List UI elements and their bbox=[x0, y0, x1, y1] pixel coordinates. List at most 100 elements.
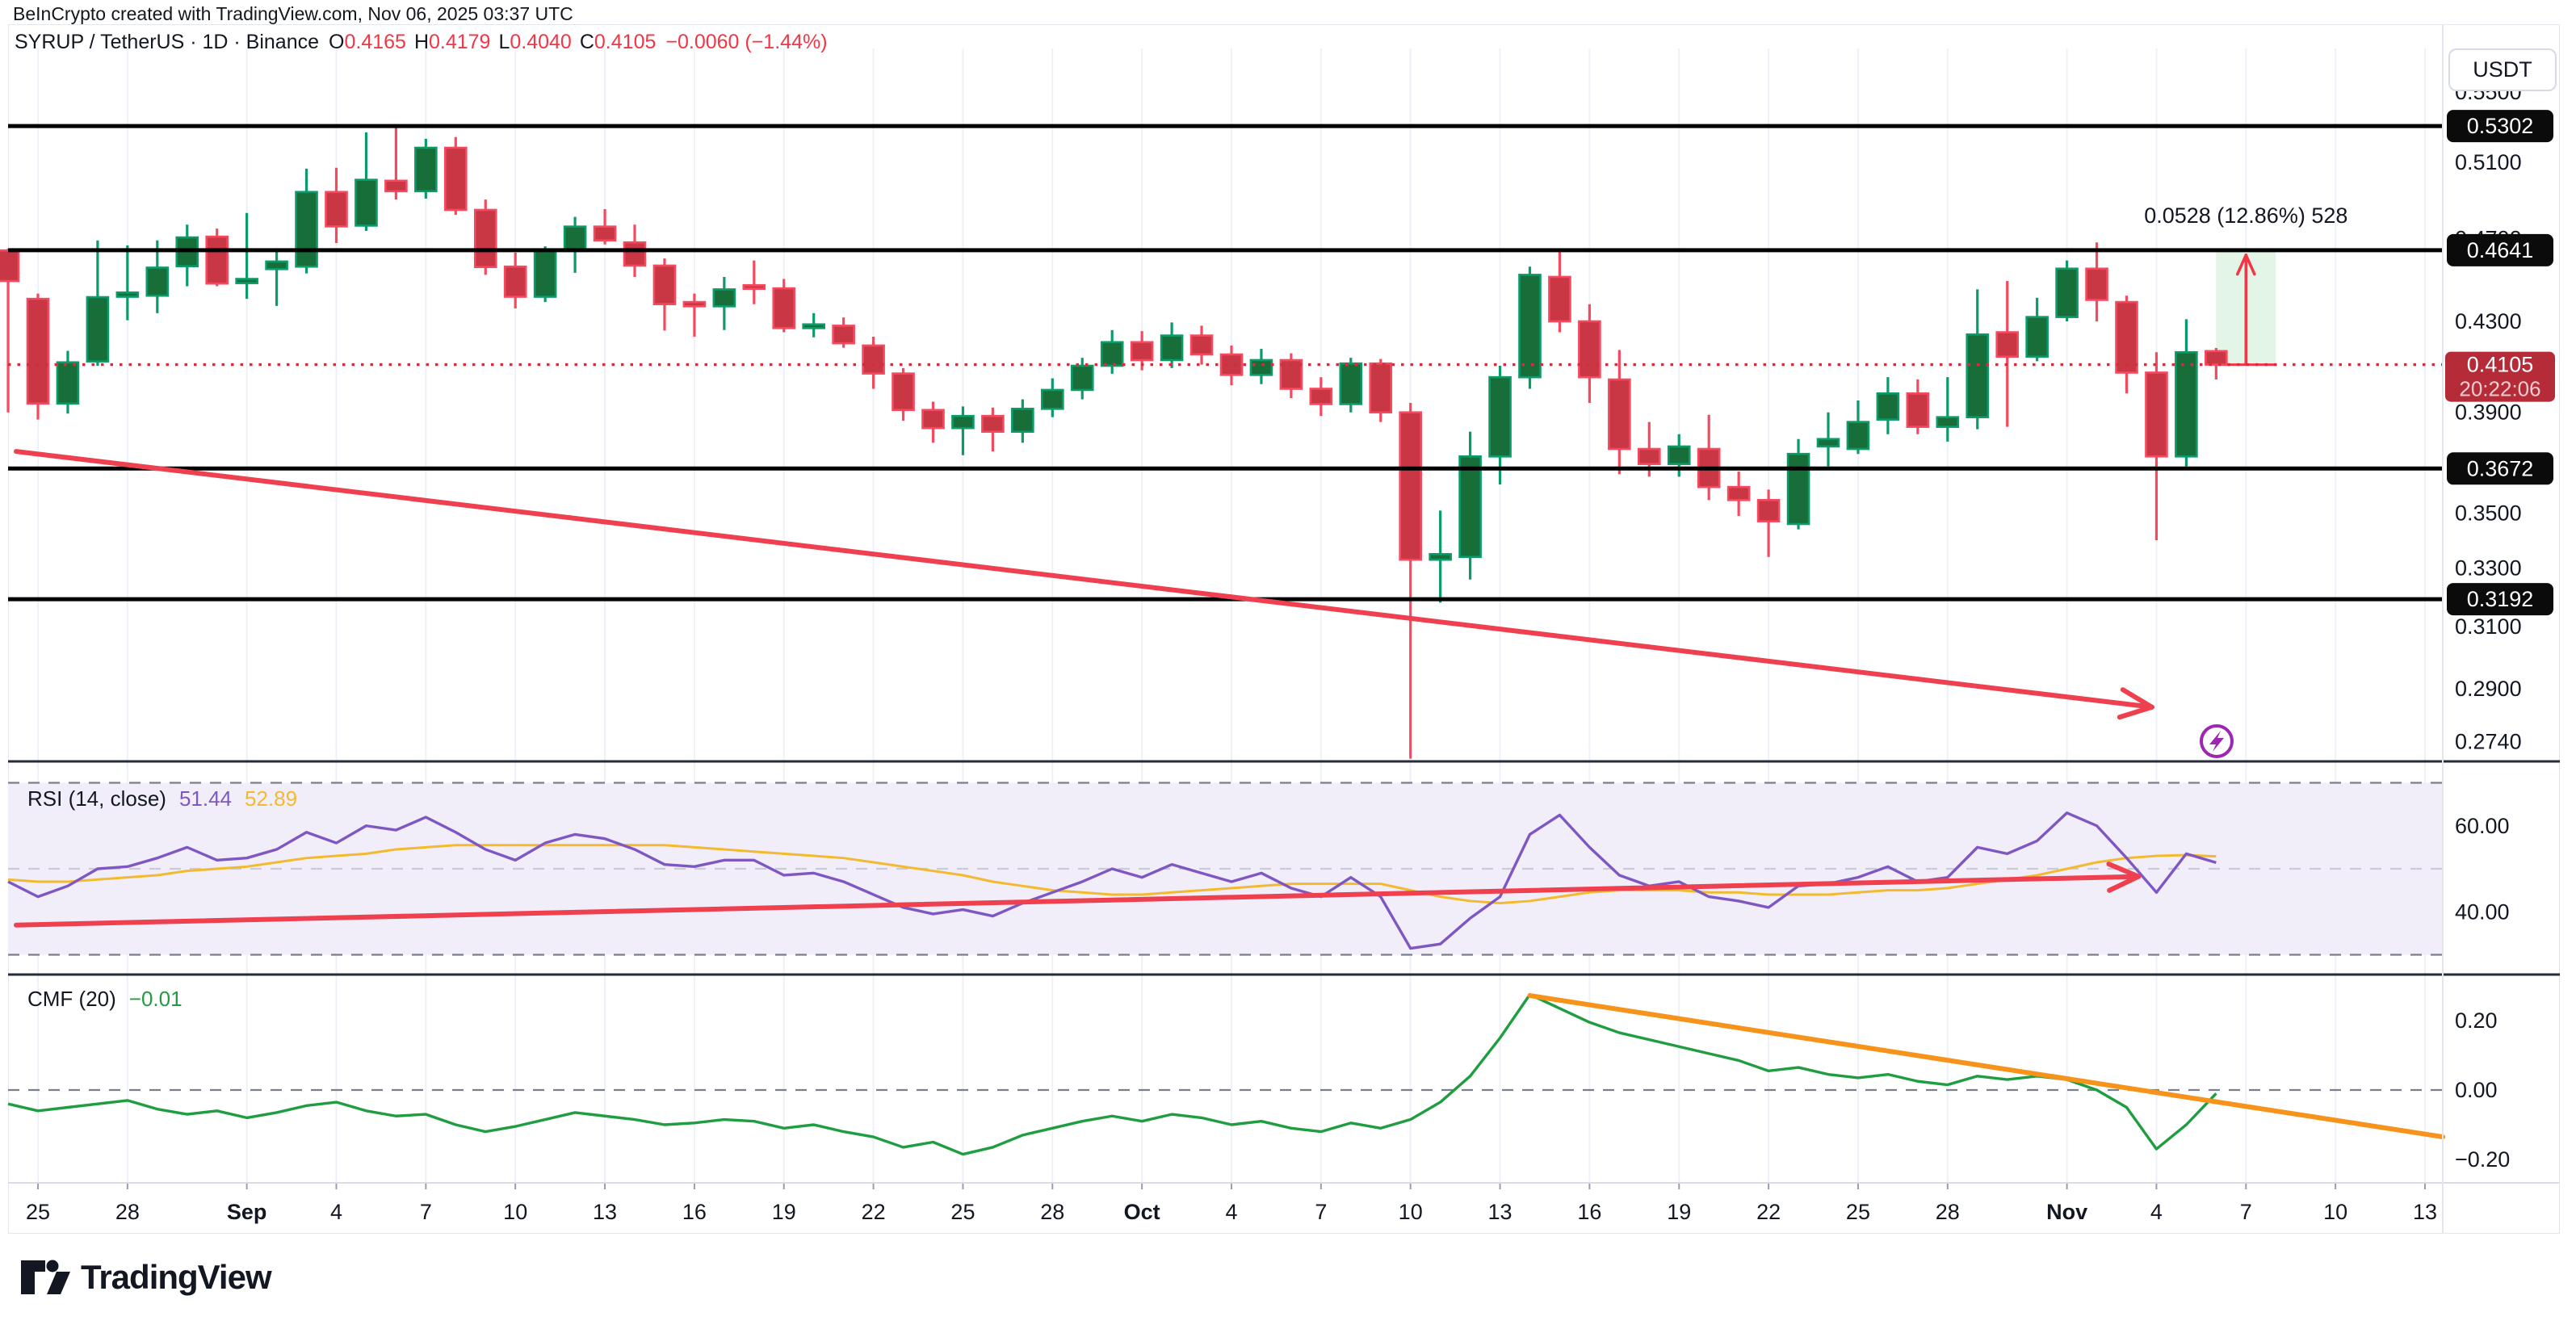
axis-label: 0.2740 bbox=[2455, 729, 2522, 753]
currency-unit-button[interactable]: USDT bbox=[2448, 48, 2557, 91]
tradingview-chart-page: BeInCrypto created with TradingView.com,… bbox=[0, 0, 2576, 1329]
symbol-legend[interactable]: SYRUP / TetherUS · 1D · Binance O0.4165H… bbox=[15, 31, 828, 54]
ohlc-part: O0.4165 bbox=[329, 31, 406, 54]
candle bbox=[774, 279, 795, 333]
chart-canvas[interactable]: 0.0528 (12.86%) 528 0.55000.51000.47000.4… bbox=[0, 0, 2576, 1329]
candle bbox=[2205, 348, 2226, 379]
axis-label: 0.3192 bbox=[2467, 587, 2534, 611]
measure-projection-box[interactable]: 0.0528 (12.86%) 528 bbox=[2144, 203, 2347, 365]
price-level-badge: 0.4641 bbox=[2447, 234, 2553, 266]
candle bbox=[237, 213, 258, 299]
candle bbox=[1698, 415, 1719, 501]
candle bbox=[2087, 242, 2108, 321]
candle bbox=[1549, 250, 1570, 332]
candle bbox=[1311, 377, 1332, 416]
price-level-badge: 0.3192 bbox=[2447, 583, 2553, 615]
candle bbox=[1101, 330, 1122, 374]
footer-logo[interactable]: TradingView bbox=[19, 1256, 271, 1298]
rsi-panel[interactable] bbox=[8, 783, 2443, 955]
lightning-icon[interactable] bbox=[2201, 726, 2232, 757]
candle bbox=[0, 249, 19, 413]
cmf-legend[interactable]: CMF (20) −0.01 bbox=[27, 987, 183, 1012]
axis-label: 0.0528 (12.86%) 528 bbox=[2144, 203, 2347, 228]
axis-label: 10 bbox=[2323, 1200, 2347, 1224]
candle bbox=[27, 294, 48, 420]
axis-label: Nov bbox=[2046, 1200, 2087, 1224]
axis-label: −0.20 bbox=[2455, 1147, 2510, 1172]
axis-label: 13 bbox=[593, 1200, 617, 1224]
candle bbox=[1967, 289, 1988, 429]
candle bbox=[2057, 261, 2078, 321]
axis-label: 13 bbox=[2413, 1200, 2437, 1224]
axis-label: 4 bbox=[330, 1200, 342, 1224]
candle bbox=[744, 261, 765, 304]
axis-label: 22 bbox=[862, 1200, 886, 1224]
candle bbox=[1161, 322, 1182, 367]
cmf-trendline bbox=[1530, 996, 2444, 1137]
ohlc-part: L0.4040 bbox=[498, 31, 571, 54]
candle bbox=[564, 217, 585, 273]
axis-label: 28 bbox=[1936, 1200, 1960, 1224]
price-axis[interactable]: 0.55000.51000.47000.43000.39000.35000.33… bbox=[2445, 80, 2555, 1172]
candle bbox=[1340, 358, 1361, 413]
candle bbox=[1997, 281, 2018, 427]
rsi-legend[interactable]: RSI (14, close) 51.44 52.89 bbox=[27, 786, 297, 811]
axis-label: Sep bbox=[227, 1200, 267, 1224]
candle bbox=[714, 277, 735, 330]
tradingview-logo-icon bbox=[19, 1256, 73, 1298]
axis-label: 4 bbox=[2150, 1200, 2163, 1224]
axis-label: 0.4641 bbox=[2467, 238, 2534, 262]
candle bbox=[1848, 400, 1869, 454]
axis-label: 0.3500 bbox=[2455, 501, 2522, 526]
candle bbox=[1430, 510, 1451, 602]
candle bbox=[803, 313, 824, 337]
time-axis[interactable]: 2528Sep4710131619222528Oct47101316192225… bbox=[26, 1200, 2437, 1224]
candle bbox=[1937, 377, 1958, 442]
axis-label: 0.4300 bbox=[2455, 309, 2522, 333]
candle bbox=[1579, 304, 1600, 403]
axis-label: 4 bbox=[1225, 1200, 1237, 1224]
last-price-badge: 0.410520:22:06 bbox=[2445, 352, 2555, 402]
axis-label: 25 bbox=[26, 1200, 50, 1224]
candle bbox=[1907, 379, 1928, 434]
candle bbox=[207, 228, 228, 286]
candle bbox=[952, 406, 973, 455]
candle bbox=[505, 253, 526, 308]
candle bbox=[1400, 403, 1421, 759]
candle bbox=[87, 241, 108, 366]
rsi-value: 51.44 bbox=[179, 786, 232, 811]
axis-label: 10 bbox=[503, 1200, 527, 1224]
cmf-panel[interactable] bbox=[8, 995, 2443, 1155]
axis-label: 13 bbox=[1488, 1200, 1512, 1224]
axis-label: 19 bbox=[772, 1200, 796, 1224]
candle bbox=[2175, 319, 2196, 466]
candle bbox=[1520, 266, 1541, 388]
axis-label: 25 bbox=[1846, 1200, 1870, 1224]
change-value: −0.0060 (−1.44%) bbox=[665, 31, 827, 54]
candle bbox=[1758, 489, 1779, 556]
axis-label: 28 bbox=[115, 1200, 140, 1224]
candle bbox=[982, 408, 1003, 451]
candle bbox=[2117, 296, 2138, 393]
axis-label: 0.5100 bbox=[2455, 150, 2522, 174]
candle bbox=[445, 137, 466, 215]
cmf-line bbox=[8, 995, 2216, 1155]
axis-label: 0.5302 bbox=[2467, 114, 2534, 138]
axis-label: 0.2900 bbox=[2455, 677, 2522, 701]
candle bbox=[415, 139, 436, 199]
axis-label: 25 bbox=[950, 1200, 975, 1224]
candle bbox=[355, 132, 376, 231]
candle bbox=[1728, 472, 1749, 516]
candle bbox=[594, 209, 615, 245]
candle bbox=[1072, 358, 1093, 399]
axis-label: 20:22:06 bbox=[2459, 377, 2540, 401]
candle bbox=[1042, 379, 1063, 417]
candle bbox=[2027, 298, 2048, 362]
candle bbox=[535, 246, 556, 302]
symbol-title: SYRUP / TetherUS · 1D · Binance bbox=[15, 31, 319, 54]
axis-label: 19 bbox=[1667, 1200, 1691, 1224]
axis-label: 28 bbox=[1040, 1200, 1064, 1224]
candle bbox=[1251, 349, 1272, 384]
axis-label: 60.00 bbox=[2455, 814, 2510, 838]
ohlc-part: C0.4105 bbox=[580, 31, 657, 54]
